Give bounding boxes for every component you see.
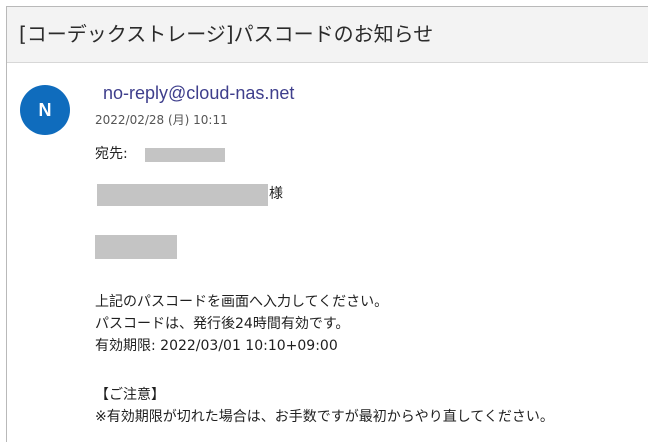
redacted-passcode: [95, 235, 177, 259]
redacted-recipient: [145, 148, 225, 162]
notice-heading: 【ご注意】: [95, 387, 165, 403]
notice-text: ※有効期限が切れた場合は、お手数ですが最初からやり直してください。: [95, 409, 554, 425]
recipient-label: 宛先:: [95, 146, 128, 162]
body-line: 上記のパスコードを画面へ入力してください。: [95, 294, 389, 310]
body-line: パスコードは、発行後24時間有効です。: [95, 316, 350, 332]
sender-address[interactable]: no-reply@cloud-nas.net: [103, 81, 294, 105]
email-subject: [コーデックストレージ]パスコードのお知らせ: [19, 22, 434, 46]
notice-section: 【ご注意】 ※有効期限が切れた場合は、お手数ですが最初からやり直してください。: [95, 384, 648, 428]
redacted-recipient-name: [97, 184, 268, 206]
expiration-line: 有効期限: 2022/03/01 10:10+09:00: [95, 338, 338, 354]
honorific-text: 様: [269, 186, 283, 202]
email-body: 上記のパスコードを画面へ入力してください。 パスコードは、発行後24時間有効です…: [95, 291, 645, 357]
sender-avatar[interactable]: N: [20, 85, 70, 135]
sent-date: 2022/02/28 (月) 10:11: [95, 113, 228, 127]
email-reading-pane: [コーデックストレージ]パスコードのお知らせ N no-reply@cloud-…: [6, 6, 648, 442]
subject-bar: [コーデックストレージ]パスコードのお知らせ: [7, 7, 648, 63]
